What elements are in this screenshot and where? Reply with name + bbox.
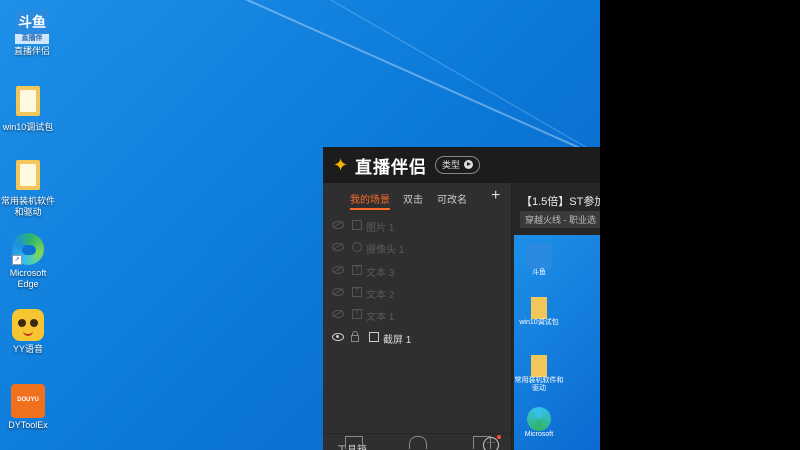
desktop-icon-label: YY语音 bbox=[12, 344, 43, 354]
logo-icon: ✦ bbox=[333, 155, 349, 175]
layer-row[interactable]: T 文本 1 bbox=[323, 305, 511, 325]
hidden-eye-icon[interactable] bbox=[332, 243, 344, 251]
desktop-icon-label: 直播伴侣 bbox=[13, 46, 50, 56]
desktop-icon-dytool[interactable]: DOUYU DYToolEx bbox=[0, 384, 58, 431]
lock-icon[interactable] bbox=[351, 331, 359, 342]
layer-name: 文本 2 bbox=[366, 290, 395, 301]
layer-row[interactable]: 图片 1 bbox=[323, 216, 511, 236]
preview-icon: 常用装机软件和驱动 bbox=[514, 355, 564, 393]
preview-icon: 斗鱼 bbox=[514, 243, 564, 277]
layer-row-active[interactable]: 截屏 1 bbox=[323, 328, 511, 348]
desktop-icon-label: Edge bbox=[17, 279, 39, 289]
desktop-icon-edge[interactable]: ↗ Microsoft Edge bbox=[0, 232, 58, 290]
dytool-icon: DOUYU bbox=[11, 384, 45, 418]
scene-tabs: 我的场景 双击 可改名 + bbox=[323, 183, 511, 211]
douyu-icon-sub: 直播伴 bbox=[15, 34, 49, 44]
desktop-icon-yy[interactable]: YY语音 bbox=[0, 308, 58, 355]
text-icon: T bbox=[352, 287, 362, 297]
desktop-icon-douyu[interactable]: 斗鱼 直播伴 直播伴侣 bbox=[2, 10, 62, 57]
layer-name: 截屏 1 bbox=[383, 335, 412, 346]
stream-preview: 斗鱼 win10调试包 常用装机软件和驱动 Microsoft bbox=[514, 235, 600, 450]
shortcut-arrow-icon: ↗ bbox=[12, 255, 22, 265]
tab-rename[interactable]: 可改名 bbox=[437, 191, 467, 206]
douyu-icon: 斗鱼 直播伴 bbox=[15, 10, 49, 44]
text-icon: T bbox=[352, 265, 362, 275]
hidden-eye-icon[interactable] bbox=[332, 288, 344, 296]
preview-icon-label: 常用装机软件和驱动 bbox=[514, 377, 564, 392]
stream-info-pane: 【1.5倍】ST参加 穿越火线 - 职业选 斗鱼 win10调试包 常用装机软件… bbox=[512, 183, 600, 450]
camera-icon bbox=[352, 242, 362, 252]
hidden-eye-icon[interactable] bbox=[332, 310, 344, 318]
scenes-panel: 我的场景 双击 可改名 + 图片 1 摄像头 1 T 文本 3 T 文本 2 T… bbox=[323, 183, 512, 450]
play-icon bbox=[464, 160, 474, 169]
live-companion-window: ✦ 直播伴侣 类型 我的场景 双击 可改名 + 图片 1 摄像头 1 T 文本 … bbox=[323, 147, 600, 450]
edge-icon: ↗ bbox=[11, 232, 45, 266]
desktop-icon-label: win10调试包 bbox=[2, 122, 54, 132]
type-label: 类型 bbox=[442, 160, 461, 170]
layer-name: 图片 1 bbox=[366, 223, 395, 234]
tab-underline bbox=[350, 208, 390, 210]
black-area bbox=[600, 0, 800, 450]
hidden-eye-icon[interactable] bbox=[332, 221, 344, 229]
screenshot-icon bbox=[369, 332, 379, 342]
layer-name: 文本 1 bbox=[366, 312, 395, 323]
layer-name: 文本 3 bbox=[366, 268, 395, 279]
folder-icon bbox=[11, 160, 45, 194]
add-scene-button[interactable]: + bbox=[491, 187, 500, 205]
desktop-icon-label: DYToolEx bbox=[8, 420, 48, 430]
preview-icon-label: Microsoft bbox=[524, 431, 554, 438]
notification-dot bbox=[497, 435, 501, 439]
tab-double-click[interactable]: 双击 bbox=[403, 191, 423, 206]
preview-icon: Microsoft bbox=[514, 407, 564, 439]
desktop-icon-label: Microsoft bbox=[9, 268, 47, 278]
preview-icon-label: 斗鱼 bbox=[532, 269, 546, 276]
layer-row[interactable]: 摄像头 1 bbox=[323, 238, 511, 258]
stream-category[interactable]: 穿越火线 - 职业选 bbox=[520, 211, 600, 228]
type-button[interactable]: 类型 bbox=[435, 156, 481, 174]
layer-row[interactable]: T 文本 3 bbox=[323, 261, 511, 281]
layer-row[interactable]: T 文本 2 bbox=[323, 283, 511, 303]
yy-icon bbox=[11, 308, 45, 342]
preview-icon: win10调试包 bbox=[514, 297, 564, 327]
desktop-icon-label: 和驱动 bbox=[14, 207, 42, 217]
stream-title[interactable]: 【1.5倍】ST参加 bbox=[521, 193, 600, 209]
tool-icon-2[interactable] bbox=[409, 436, 427, 449]
layer-name: 摄像头 1 bbox=[366, 245, 405, 256]
app-title: 直播伴侣 bbox=[355, 158, 427, 177]
preview-icon-label: win10调试包 bbox=[519, 319, 559, 326]
image-icon bbox=[352, 220, 362, 230]
desktop-icon-label: 常用装机软件 bbox=[0, 196, 55, 206]
desktop-icon-win10-package[interactable]: win10调试包 bbox=[0, 84, 58, 133]
app-header: ✦ 直播伴侣 类型 bbox=[323, 147, 600, 183]
desktop-icon-drivers[interactable]: 常用装机软件 和驱动 bbox=[0, 158, 58, 218]
text-icon: T bbox=[352, 309, 362, 319]
folder-icon bbox=[11, 86, 45, 120]
tool-icon-1[interactable] bbox=[345, 436, 363, 449]
eye-icon[interactable] bbox=[332, 333, 344, 341]
tool-icon-3[interactable] bbox=[473, 436, 491, 449]
hidden-eye-icon[interactable] bbox=[332, 266, 344, 274]
tab-my-scenes[interactable]: 我的场景 bbox=[350, 191, 390, 206]
